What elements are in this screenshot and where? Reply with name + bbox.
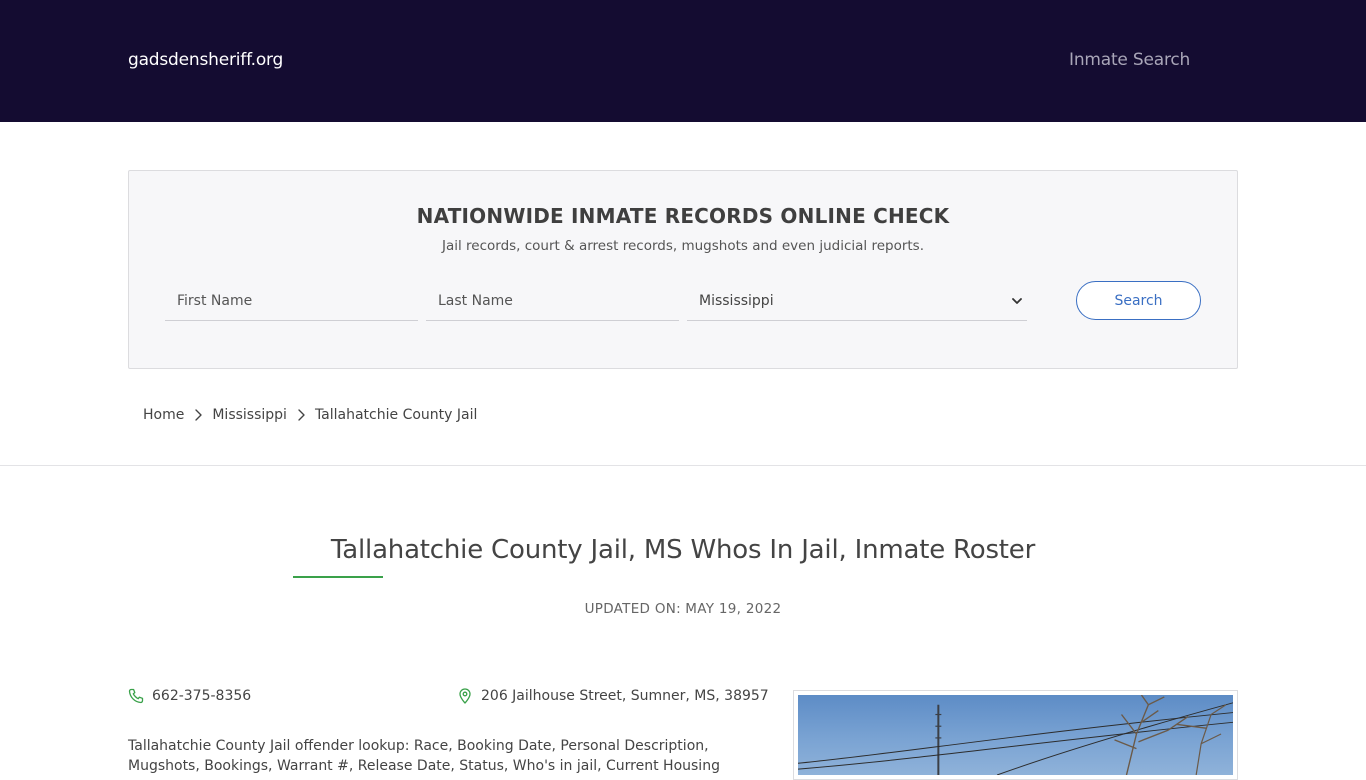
chevron-down-icon <box>1012 297 1022 304</box>
address-info[interactable]: 206 Jailhouse Street, Sumner, MS, 38957 <box>457 688 769 704</box>
phone-info[interactable]: 662-375-8356 <box>128 688 251 704</box>
last-name-input[interactable] <box>426 281 679 321</box>
updated-label: UPDATED ON: <box>584 601 681 617</box>
site-header: gadsdensheriff.org Inmate Search <box>0 0 1366 122</box>
search-button[interactable]: Search <box>1076 281 1201 320</box>
first-name-input[interactable] <box>165 281 418 321</box>
jail-street-photo <box>798 695 1233 775</box>
panel-subtitle: Jail records, court & arrest records, mu… <box>441 238 925 254</box>
chevron-right-icon <box>184 408 212 422</box>
title-accent-line <box>293 576 383 578</box>
updated-date: UPDATED ON: MAY 19, 2022 <box>0 601 1366 617</box>
chevron-right-icon <box>287 408 315 422</box>
section-divider <box>0 465 1366 466</box>
breadcrumb-state[interactable]: Mississippi <box>212 407 287 423</box>
breadcrumb: Home Mississippi Tallahatchie County Jai… <box>143 407 477 423</box>
state-select-value: Mississippi <box>699 292 774 309</box>
map-pin-icon <box>459 688 471 704</box>
inmate-search-panel: NATIONWIDE INMATE RECORDS ONLINE CHECK J… <box>128 170 1238 369</box>
nav-inmate-search-link[interactable]: Inmate Search <box>1069 50 1190 70</box>
site-brand-link[interactable]: gadsdensheriff.org <box>128 50 283 70</box>
address-text: 206 Jailhouse Street, Sumner, MS, 38957 <box>481 688 769 704</box>
breadcrumb-home[interactable]: Home <box>143 407 184 423</box>
jail-description: Tallahatchie County Jail offender lookup… <box>128 738 720 774</box>
breadcrumb-current: Tallahatchie County Jail <box>314 407 478 423</box>
jail-photo-frame <box>793 690 1238 780</box>
page-title: Tallahatchie County Jail, MS Whos In Jai… <box>330 535 1036 565</box>
phone-icon <box>128 688 144 704</box>
panel-title: NATIONWIDE INMATE RECORDS ONLINE CHECK <box>416 204 950 228</box>
phone-number: 662-375-8356 <box>152 688 252 704</box>
updated-value: MAY 19, 2022 <box>685 601 782 617</box>
state-select[interactable]: Mississippi <box>687 281 1027 321</box>
